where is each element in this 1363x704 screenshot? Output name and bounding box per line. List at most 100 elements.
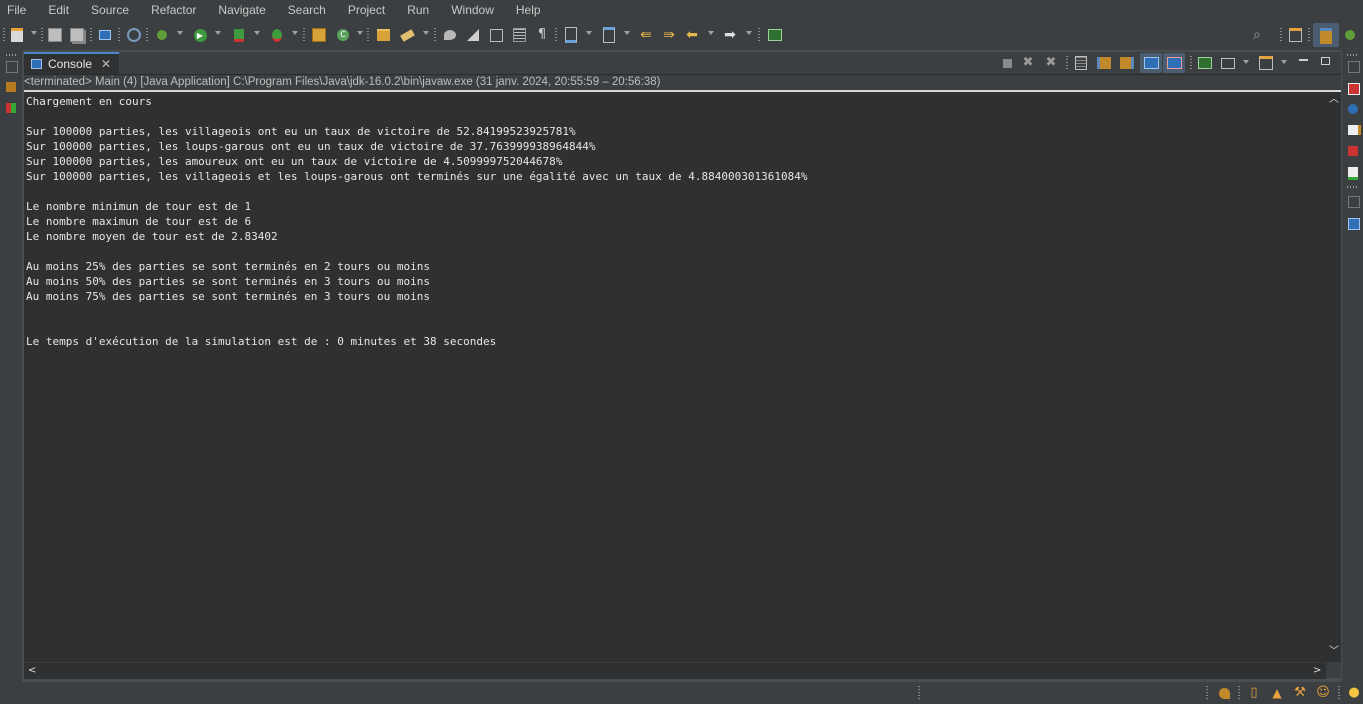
restore-left-icon[interactable] bbox=[6, 61, 18, 73]
open-console-icon[interactable] bbox=[1258, 55, 1274, 71]
show-console-on-output-button[interactable] bbox=[1140, 53, 1162, 73]
menu-run[interactable]: Run bbox=[393, 3, 437, 17]
forward-dropdown-arrow[interactable] bbox=[746, 31, 752, 35]
display-selected-console-icon[interactable] bbox=[1220, 55, 1236, 71]
debug-perspective-icon[interactable] bbox=[1342, 27, 1358, 43]
git-icon[interactable] bbox=[1216, 685, 1232, 701]
progress-icon[interactable] bbox=[1348, 167, 1358, 180]
previous-annotation-dropdown-arrow[interactable] bbox=[624, 31, 630, 35]
new-class-dropdown-arrow[interactable] bbox=[357, 31, 363, 35]
run-dropdown-arrow[interactable] bbox=[215, 31, 221, 35]
terminate-icon[interactable] bbox=[999, 55, 1015, 71]
display-console-dropdown-arrow[interactable] bbox=[1243, 60, 1249, 64]
menu-file[interactable]: File bbox=[0, 3, 34, 17]
forward-edit-location-icon[interactable]: ⇛ bbox=[661, 27, 677, 43]
toggle-view-icon[interactable] bbox=[97, 27, 113, 43]
package-explorer-icon[interactable] bbox=[6, 82, 16, 92]
outline-icon[interactable] bbox=[1348, 218, 1360, 230]
restore-right-icon[interactable] bbox=[1348, 61, 1360, 73]
toggle-mark-occurrences-icon[interactable] bbox=[442, 27, 458, 43]
scroll-right-arrow-icon[interactable]: > bbox=[1313, 666, 1321, 676]
menu-edit[interactable]: Edit bbox=[34, 3, 77, 17]
scroll-down-arrow-icon[interactable]: ﹀ bbox=[1329, 647, 1339, 657]
marketplace-icon[interactable]: ⚒ bbox=[1292, 685, 1308, 701]
right-trim-grip-2 bbox=[1347, 186, 1357, 188]
save-all-icon[interactable] bbox=[69, 27, 85, 43]
console-tab-label: Console bbox=[48, 57, 93, 71]
coverage-dropdown-arrow[interactable] bbox=[254, 31, 260, 35]
save-icon[interactable] bbox=[47, 27, 63, 43]
console-output-text: Chargement en cours Sur 100000 parties, … bbox=[26, 95, 808, 348]
java-perspective-button[interactable] bbox=[1313, 23, 1339, 47]
tutorial-icon[interactable]: ▲ bbox=[1269, 685, 1285, 701]
quick-access-search-icon[interactable]: ⌕ bbox=[1249, 27, 1265, 43]
junit-icon[interactable] bbox=[6, 103, 16, 113]
scroll-left-arrow-icon[interactable]: < bbox=[28, 666, 36, 676]
minimize-icon[interactable] bbox=[1299, 59, 1308, 61]
left-trim-bar bbox=[0, 50, 22, 682]
run-icon[interactable]: ▶ bbox=[192, 27, 208, 43]
scroll-up-arrow-icon[interactable]: ︿ bbox=[1329, 95, 1339, 105]
search-icon[interactable] bbox=[399, 27, 415, 43]
menu-project[interactable]: Project bbox=[334, 3, 393, 17]
open-perspective-icon[interactable] bbox=[1287, 27, 1303, 43]
vertical-scrollbar[interactable]: ︿ ﹀ bbox=[1326, 92, 1341, 662]
book-icon[interactable]: ▯ bbox=[1246, 685, 1262, 701]
error-log-icon[interactable] bbox=[1348, 146, 1358, 156]
menu-help[interactable]: Help bbox=[502, 3, 549, 17]
menu-navigate[interactable]: Navigate bbox=[204, 3, 273, 17]
scroll-lock-icon[interactable] bbox=[1096, 55, 1112, 71]
close-icon[interactable]: ✕ bbox=[101, 57, 111, 71]
run-external-icon[interactable] bbox=[269, 27, 285, 43]
menu-source[interactable]: Source bbox=[77, 3, 137, 17]
tab-console[interactable]: Console ✕ bbox=[24, 52, 119, 74]
next-annotation-icon[interactable] bbox=[563, 27, 579, 43]
show-whitespace-icon[interactable] bbox=[488, 27, 504, 43]
last-edit-location-icon[interactable]: ⇚ bbox=[638, 27, 654, 43]
menu-window[interactable]: Window bbox=[437, 3, 502, 17]
new-dropdown-arrow[interactable] bbox=[31, 31, 37, 35]
right-trim-grip bbox=[1347, 54, 1357, 56]
debug-dropdown-arrow[interactable] bbox=[177, 31, 183, 35]
back-dropdown-arrow[interactable] bbox=[708, 31, 714, 35]
declaration-icon[interactable] bbox=[1348, 125, 1361, 135]
run-external-dropdown-arrow[interactable] bbox=[292, 31, 298, 35]
horizontal-scrollbar[interactable]: < > bbox=[24, 662, 1326, 679]
word-wrap-icon[interactable] bbox=[511, 27, 527, 43]
paragraph-icon[interactable]: ¶ bbox=[534, 27, 550, 43]
remove-all-terminated-icon[interactable]: ✖ bbox=[1043, 55, 1059, 71]
tip-lightbulb-icon[interactable]: ● bbox=[1346, 685, 1362, 701]
new-icon[interactable] bbox=[9, 27, 25, 43]
menu-refactor[interactable]: Refactor bbox=[137, 3, 204, 17]
word-wrap-console-icon[interactable] bbox=[1119, 55, 1135, 71]
block-selection-icon[interactable] bbox=[465, 27, 481, 43]
right-trim-bar bbox=[1342, 50, 1363, 682]
open-type-icon[interactable] bbox=[375, 27, 391, 43]
problems-icon[interactable] bbox=[1348, 83, 1360, 95]
pin-console-icon[interactable] bbox=[1197, 55, 1213, 71]
remove-launch-icon[interactable]: ✖ bbox=[1020, 55, 1036, 71]
search-dropdown-arrow[interactable] bbox=[423, 31, 429, 35]
new-class-icon[interactable]: C bbox=[335, 27, 351, 43]
debug-icon[interactable] bbox=[154, 27, 170, 43]
restore-right-2-icon[interactable] bbox=[1348, 196, 1360, 208]
next-annotation-dropdown-arrow[interactable] bbox=[586, 31, 592, 35]
console-view-tabbar: Console ✕ ✖ ✖ bbox=[24, 52, 1341, 75]
menu-search[interactable]: Search bbox=[274, 3, 334, 17]
pin-editor-icon[interactable] bbox=[767, 27, 783, 43]
coverage-icon[interactable] bbox=[231, 27, 247, 43]
show-on-stderr-button[interactable] bbox=[1163, 53, 1185, 73]
console-output-area[interactable]: Chargement en cours Sur 100000 parties, … bbox=[24, 92, 1326, 662]
back-icon[interactable]: ⬅ bbox=[684, 27, 700, 43]
forward-icon[interactable]: ➡ bbox=[722, 27, 738, 43]
clear-console-icon[interactable] bbox=[1073, 55, 1089, 71]
javadoc-icon[interactable] bbox=[1348, 104, 1358, 114]
previous-annotation-icon[interactable] bbox=[601, 27, 617, 43]
smiley-icon[interactable]: ☺ bbox=[1315, 685, 1331, 701]
new-java-project-icon[interactable] bbox=[311, 27, 327, 43]
main-toolbar: ▶ C ¶ ⇚ ⇛ ⬅ ➡ ⌕ bbox=[0, 20, 1363, 50]
scrollbar-corner bbox=[1326, 662, 1341, 678]
maximize-icon[interactable] bbox=[1321, 57, 1330, 65]
open-console-dropdown-arrow[interactable] bbox=[1281, 60, 1287, 64]
skip-breakpoints-icon[interactable] bbox=[126, 27, 142, 43]
